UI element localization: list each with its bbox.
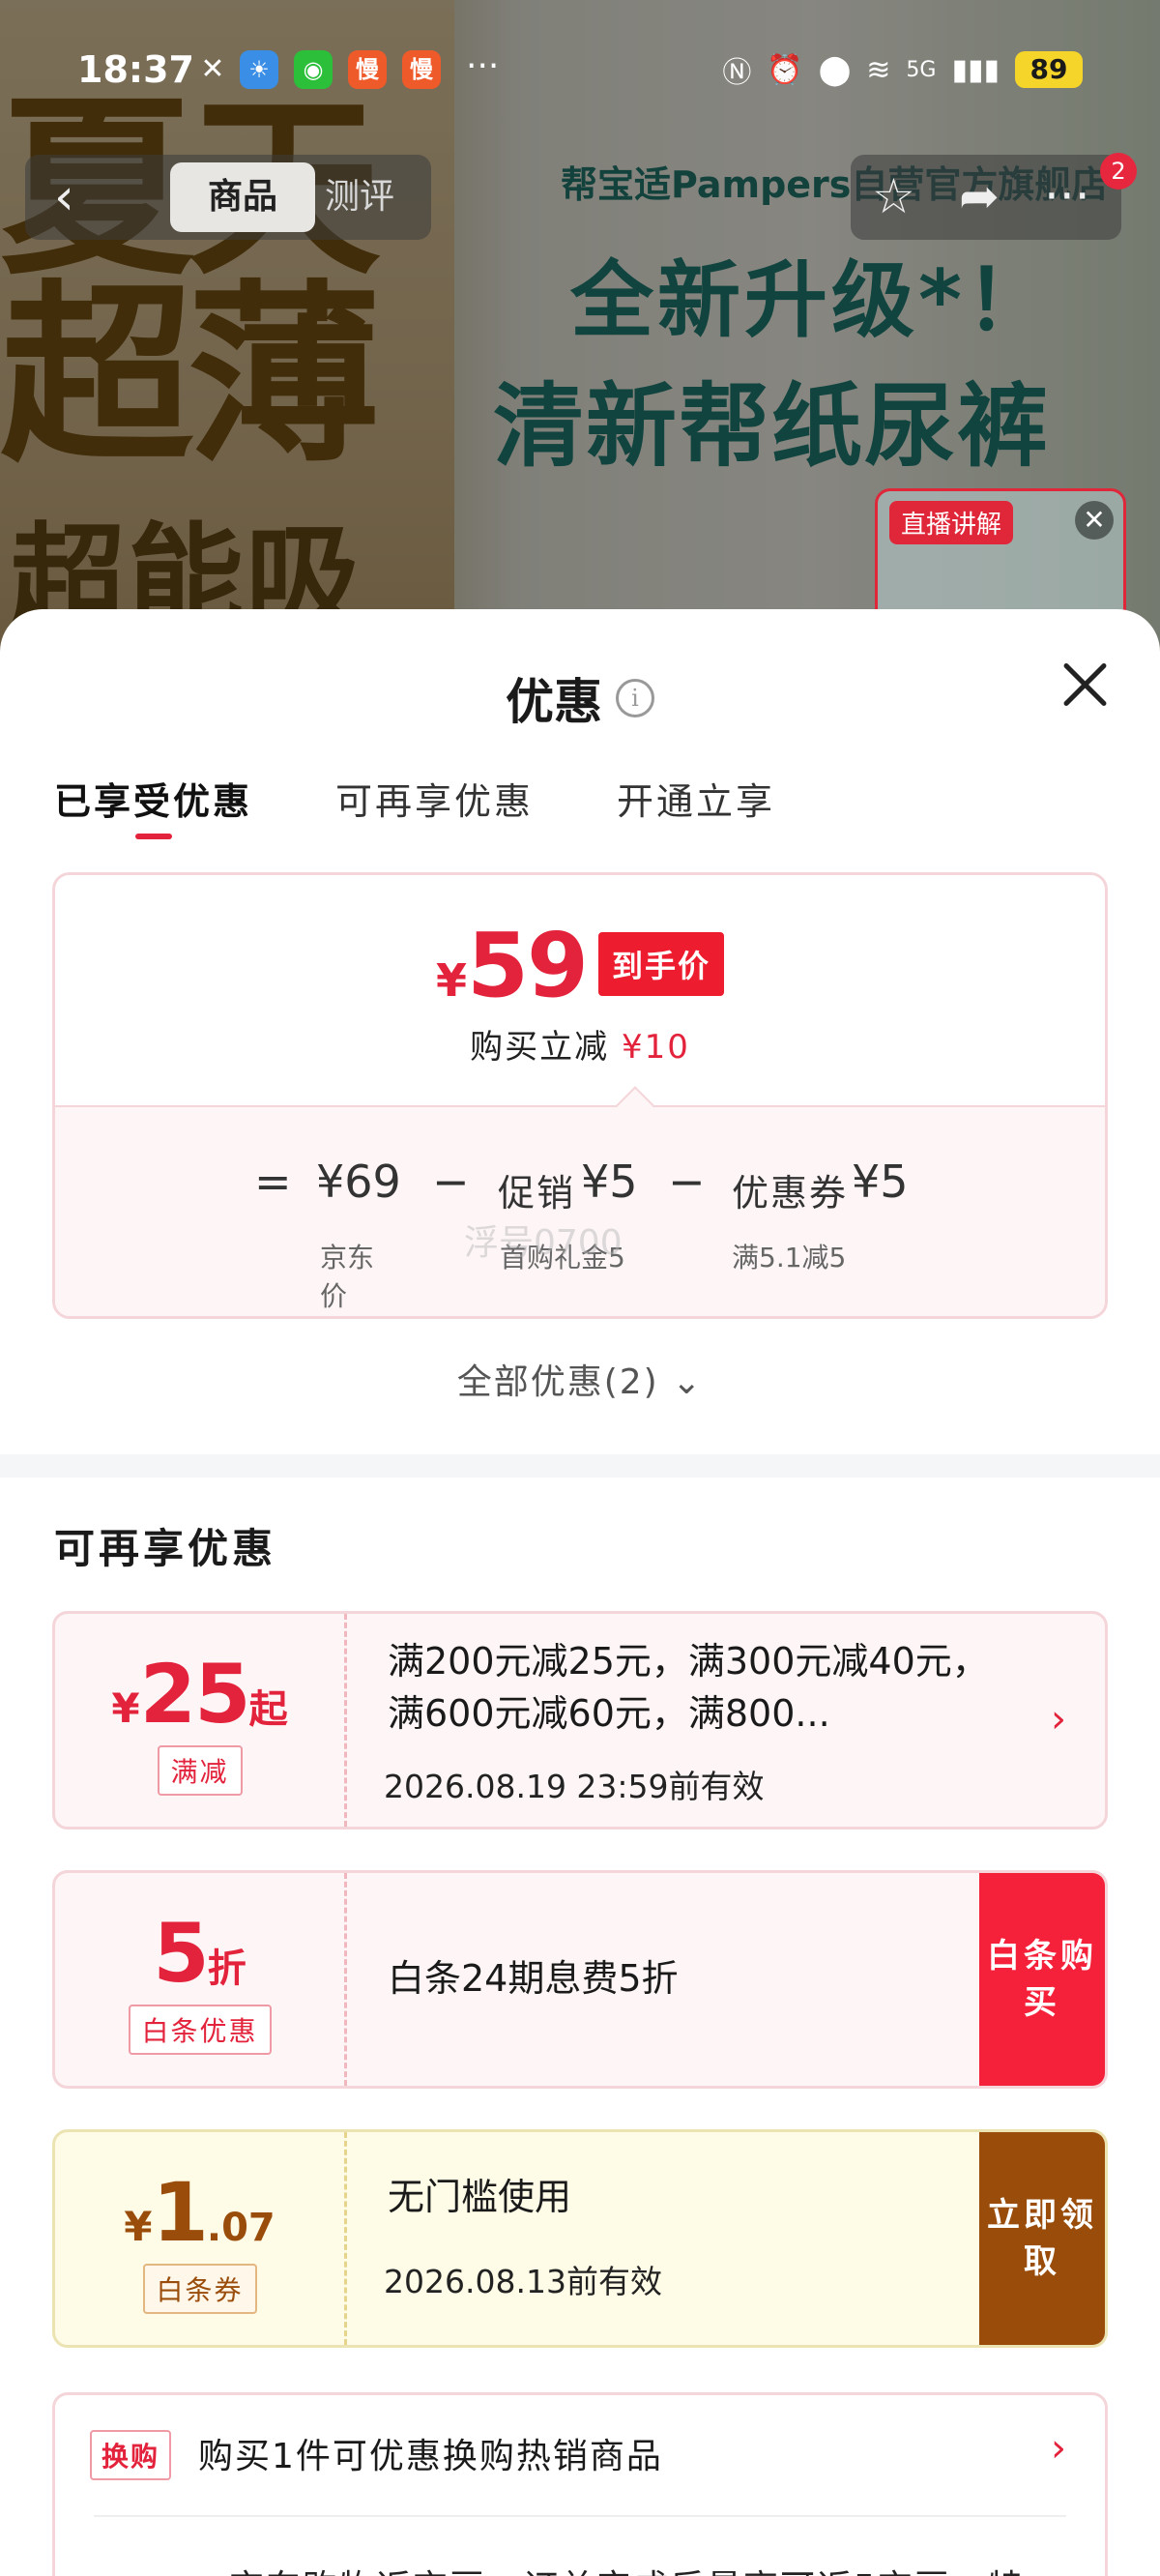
coupon-label: 优惠券 xyxy=(732,1172,849,1215)
favorite-icon[interactable]: ☆ xyxy=(872,168,915,224)
final-price-row: ¥59 到手价 xyxy=(55,914,1105,1017)
share-icon[interactable]: ➦ xyxy=(959,168,1000,224)
coupon-amount: 5折 xyxy=(55,1906,344,2001)
coupon-value: 25 xyxy=(139,1647,251,1742)
coupon-baitiao-discount: 5折 白条优惠 白条24期息费5折 白条购买 xyxy=(52,1870,1108,2089)
base-price-label-line1: 京东 xyxy=(320,1242,375,1273)
more-offers-title: 可再享优惠 xyxy=(54,1525,277,1572)
coupon-amount: ¥5 xyxy=(852,1156,909,1208)
base-price: ¥69 xyxy=(316,1156,401,1208)
chevron-down-icon: ⌄ xyxy=(672,1362,704,1402)
minus-sign-2: − xyxy=(668,1156,706,1208)
coupon-value-panel: ¥25起 满减 xyxy=(55,1614,347,1827)
chevron-right-icon: › xyxy=(1051,2426,1066,2471)
coupon-suffix: .07 xyxy=(206,2206,276,2250)
instant-discount-label: 购买立减 xyxy=(470,1028,610,1067)
status-right: Ⓝ ⏰ ⬤ ≋ 5G ▮▮▮ 89 xyxy=(722,48,1083,91)
base-price-label: 京东 价 xyxy=(320,1239,374,1316)
final-price-section: ¥59 到手价 购买立减 ¥10 xyxy=(55,875,1105,1105)
coupon-value-panel: 5折 白条优惠 xyxy=(55,1873,347,2086)
promo-amount: ¥5 xyxy=(581,1156,638,1208)
coupon-suffix: 起 xyxy=(248,1687,288,1732)
base-price-label-line2: 价 xyxy=(320,1280,348,1312)
product-actions: ☆ ➦ ··· xyxy=(851,155,1121,240)
back-icon[interactable]: ‹ xyxy=(54,168,74,226)
coupon-type-tag: 白条券 xyxy=(142,2264,257,2314)
signal-icon: ▮▮▮ xyxy=(951,52,1000,87)
battery-indicator: 89 xyxy=(1015,51,1083,88)
network-label: 5G xyxy=(906,57,937,82)
swap-offer-card[interactable]: 换购 购买1件可优惠换购热销商品 › 京东购物返京豆，订单完成后最高可返5京豆，… xyxy=(52,2392,1108,2576)
jd-bean-text: 京东购物返京豆，订单完成后最高可返5京豆，特 xyxy=(229,2560,1025,2576)
section-divider xyxy=(0,1454,1160,1478)
coupon-full-reduction[interactable]: ¥25起 满减 满200元减25元，满300元减40元，满600元减60元，满8… xyxy=(52,1611,1108,1830)
offer-tabs: 已享受优惠 可再享优惠 开通立享 xyxy=(54,772,775,839)
instant-discount: 购买立减 ¥10 xyxy=(55,1020,1105,1068)
coupon-validity: 2026.08.13前有效 xyxy=(384,2263,662,2300)
more-notifications-icon: ··· xyxy=(466,46,500,86)
swap-description: 购买1件可优惠换购热销商品 xyxy=(198,2437,663,2476)
coupon-description: 满200元减25元，满300元减40元，满600元减60元，满800... xyxy=(388,1640,989,1735)
instant-discount-amount: ¥10 xyxy=(621,1028,690,1067)
silent-icon: ✕ xyxy=(200,52,225,86)
currency-symbol: ¥ xyxy=(435,954,467,1007)
tab-product[interactable]: 商品 xyxy=(170,162,315,232)
product-top-nav: ‹ 商品 测评 xyxy=(25,155,431,240)
equals-sign: = xyxy=(254,1156,292,1208)
close-icon[interactable] xyxy=(1059,658,1112,710)
swap-divider xyxy=(94,2515,1066,2517)
all-offers-toggle[interactable]: 全部优惠(2) ⌄ xyxy=(0,1354,1160,1404)
more-badge: 2 xyxy=(1100,153,1137,190)
app-icon-man-2: 慢 xyxy=(402,50,441,89)
coupon-currency: ¥ xyxy=(111,1684,140,1732)
sheet-title: 优惠 i xyxy=(0,663,1160,733)
info-icon[interactable]: i xyxy=(616,679,654,717)
app-icon-man-1: 慢 xyxy=(348,50,387,89)
live-label: 直播讲解 xyxy=(889,501,1014,544)
coupon-sub: 满5.1减5 xyxy=(732,1242,847,1273)
coupon-currency: ¥ xyxy=(124,2203,153,2250)
status-time: 18:37 xyxy=(77,48,194,91)
alarm-icon: ⏰ xyxy=(767,52,803,87)
weather-icon: ☀ xyxy=(240,50,278,89)
location-icon: ⬤ xyxy=(818,52,852,87)
tab-enjoyed[interactable]: 已享受优惠 xyxy=(54,772,252,839)
coupon-amount: ¥1.07 xyxy=(55,2165,344,2260)
coupon-type-tag: 满减 xyxy=(157,1745,243,1796)
close-live-icon[interactable]: ✕ xyxy=(1075,501,1114,540)
chevron-right-icon: › xyxy=(1051,1697,1066,1742)
baitiao-buy-button[interactable]: 白条购买 xyxy=(979,1873,1105,2086)
minus-sign-1: − xyxy=(432,1156,470,1208)
coupon-baitiao-voucher: ¥1.07 白条券 无门槛使用 2026.08.13前有效 立即领取 xyxy=(52,2129,1108,2348)
coupon-value: 5 xyxy=(153,1906,209,2001)
all-offers-label: 全部优惠(2) xyxy=(456,1362,659,1402)
swap-tag: 换购 xyxy=(90,2430,172,2480)
watermark: 浮号0700 xyxy=(464,1223,623,1263)
coupon-validity: 2026.08.19 23:59前有效 xyxy=(384,1768,765,1805)
tab-activate[interactable]: 开通立享 xyxy=(617,772,775,825)
more-icon[interactable]: ··· xyxy=(1044,168,1090,224)
claim-coupon-button[interactable]: 立即领取 xyxy=(979,2132,1105,2345)
coupon-value-panel: ¥1.07 白条券 xyxy=(55,2132,347,2345)
final-price: 59 xyxy=(466,914,589,1017)
coupon-amount: ¥25起 xyxy=(55,1647,344,1742)
wifi-icon: ≋ xyxy=(866,52,891,87)
coupon-suffix: 折 xyxy=(207,1947,246,1991)
final-price-badge: 到手价 xyxy=(598,932,725,996)
tab-review[interactable]: 测评 xyxy=(325,162,394,232)
nfc-icon: Ⓝ xyxy=(722,56,752,90)
offers-sheet: 优惠 i 已享受优惠 可再享优惠 开通立享 ¥59 到手价 购买立减 ¥10 = ¥… xyxy=(0,609,1160,2576)
price-breakdown xyxy=(55,1105,1105,1316)
promo-label: 促销 xyxy=(498,1172,576,1215)
wechat-icon: ◉ xyxy=(294,50,333,89)
coupon-value: 1 xyxy=(152,2165,208,2260)
coupon-type-tag: 白条优惠 xyxy=(128,2005,272,2055)
tab-more-available[interactable]: 可再享优惠 xyxy=(335,772,534,825)
status-bar: 18:37 ✕ ☀ ◉ 慢 慢 ··· Ⓝ ⏰ ⬤ ≋ 5G ▮▮▮ 89 xyxy=(0,0,1160,135)
sheet-title-text: 优惠 xyxy=(506,674,602,730)
